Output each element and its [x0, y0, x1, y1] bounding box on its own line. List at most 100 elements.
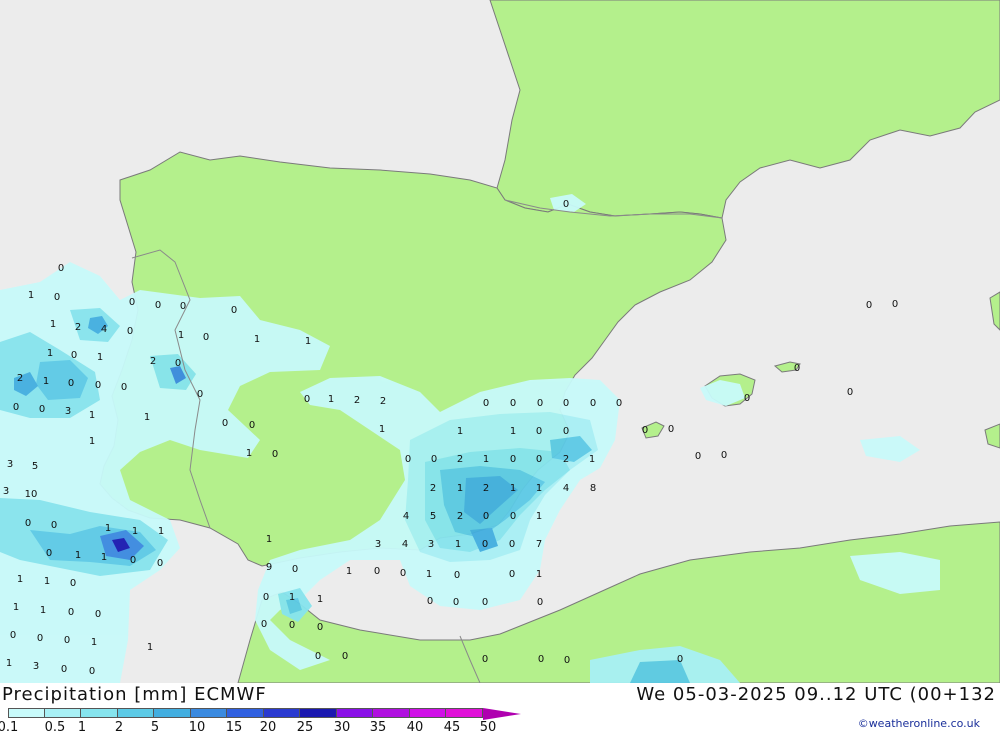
precip-value-label: 0 [892, 299, 898, 310]
precip-value-label: 1 [328, 394, 334, 405]
precip-value-label: 2 [17, 373, 23, 384]
precip-value-label: 0 [677, 654, 683, 665]
precip-value-label: 1 [43, 376, 49, 387]
precip-value-label: 0 [509, 569, 515, 580]
precip-value-label: 2 [380, 396, 386, 407]
precip-value-label: 0 [180, 301, 186, 312]
legend-swatch [154, 708, 191, 718]
legend-arrow [482, 708, 521, 720]
precip-value-label: 3 [65, 406, 71, 417]
precip-value-label: 0 [536, 426, 542, 437]
precip-value-label: 0 [482, 539, 488, 550]
precip-value-label: 2 [354, 395, 360, 406]
precip-value-label: 1 [178, 330, 184, 341]
precip-value-label: 0 [642, 425, 648, 436]
precip-value-label: 1 [483, 454, 489, 465]
precip-value-label: 1 [44, 576, 50, 587]
precip-value-label: 1 [13, 602, 19, 613]
precip-value-label: 0 [695, 451, 701, 462]
precip-value-label: 3 [7, 459, 13, 470]
precip-value-label: 1 [89, 410, 95, 421]
precip-value-label: 0 [483, 511, 489, 522]
precip-value-label: 8 [590, 483, 596, 494]
precip-value-label: 10 [25, 489, 38, 500]
legend-swatch [373, 708, 410, 718]
precip-value-label: 1 [457, 426, 463, 437]
precip-value-label: 0 [68, 378, 74, 389]
precip-value-label: 0 [482, 597, 488, 608]
precip-value-label: 0 [127, 326, 133, 337]
precip-value-label: 1 [426, 569, 432, 580]
precip-value-label: 0 [121, 382, 127, 393]
precip-value-label: 0 [374, 566, 380, 577]
precip-value-label: 1 [589, 454, 595, 465]
precip-value-label: 0 [175, 358, 181, 369]
precip-value-label: 3 [428, 539, 434, 550]
precip-value-label: 4 [402, 539, 408, 550]
precip-value-label: 0 [261, 619, 267, 630]
precip-value-label: 3 [375, 539, 381, 550]
precip-value-label: 3 [33, 661, 39, 672]
precip-value-label: 0 [58, 263, 64, 274]
precip-value-label: 0 [482, 654, 488, 665]
precip-value-label: 0 [510, 454, 516, 465]
precip-value-label: 0 [95, 380, 101, 391]
legend-swatch [409, 708, 446, 718]
precip-value-label: 0 [25, 518, 31, 529]
legend-swatch [81, 708, 118, 718]
precip-value-label: 5 [430, 511, 436, 522]
precip-value-label: 2 [457, 454, 463, 465]
precip-value-label: 1 [246, 448, 252, 459]
precip-value-label: 1 [266, 534, 272, 545]
precip-value-label: 0 [292, 564, 298, 575]
precip-value-label: 0 [249, 420, 255, 431]
precip-value-label: 0 [668, 424, 674, 435]
precip-value-label: 0 [13, 402, 19, 413]
precip-value-label: 1 [346, 566, 352, 577]
precip-value-label: 1 [455, 539, 461, 550]
precip-value-label: 1 [289, 592, 295, 603]
color-legend [8, 708, 521, 720]
precip-value-label: 1 [132, 526, 138, 537]
legend-swatch [446, 708, 483, 718]
precip-value-label: 2 [563, 454, 569, 465]
precip-value-label: 0 [537, 398, 543, 409]
precip-value-label: 0 [866, 300, 872, 311]
precip-value-label: 0 [263, 592, 269, 603]
legend-swatch [263, 708, 300, 718]
precip-value-label: 1 [536, 569, 542, 580]
precip-value-label: 0 [130, 555, 136, 566]
precip-value-label: 5 [32, 461, 38, 472]
precip-value-label: 0 [71, 350, 77, 361]
precip-value-label: 0 [590, 398, 596, 409]
precip-value-label: 0 [203, 332, 209, 343]
precip-value-label: 0 [510, 511, 516, 522]
legend-swatch [8, 708, 45, 718]
precip-value-label: 4 [101, 324, 107, 335]
credit-link[interactable]: ©weatheronline.co.uk [858, 717, 980, 730]
precip-value-label: 0 [304, 394, 310, 405]
precip-value-label: 1 [101, 552, 107, 563]
legend-swatch [300, 708, 337, 718]
precip-value-label: 0 [317, 622, 323, 633]
precip-value-label: 1 [147, 642, 153, 653]
precip-value-label: 4 [563, 483, 569, 494]
legend-swatch [190, 708, 227, 718]
precip-value-label: 2 [483, 483, 489, 494]
precip-value-label: 0 [315, 651, 321, 662]
precip-value-label: 0 [744, 393, 750, 404]
precip-value-label: 0 [454, 570, 460, 581]
precip-value-label: 1 [510, 426, 516, 437]
precip-value-label: 1 [6, 658, 12, 669]
precip-value-label: 0 [400, 568, 406, 579]
precip-value-label: 0 [342, 651, 348, 662]
precip-value-label: 1 [510, 483, 516, 494]
precip-value-label: 0 [563, 199, 569, 210]
precip-value-label: 1 [105, 523, 111, 534]
map-timestamp: We 05-03-2025 09..12 UTC (00+132 [636, 684, 996, 705]
precip-value-label: 2 [430, 483, 436, 494]
precip-value-label: 1 [75, 550, 81, 561]
precip-value-label: 0 [64, 635, 70, 646]
precip-value-label: 7 [536, 539, 542, 550]
precip-value-label: 0 [89, 666, 95, 677]
